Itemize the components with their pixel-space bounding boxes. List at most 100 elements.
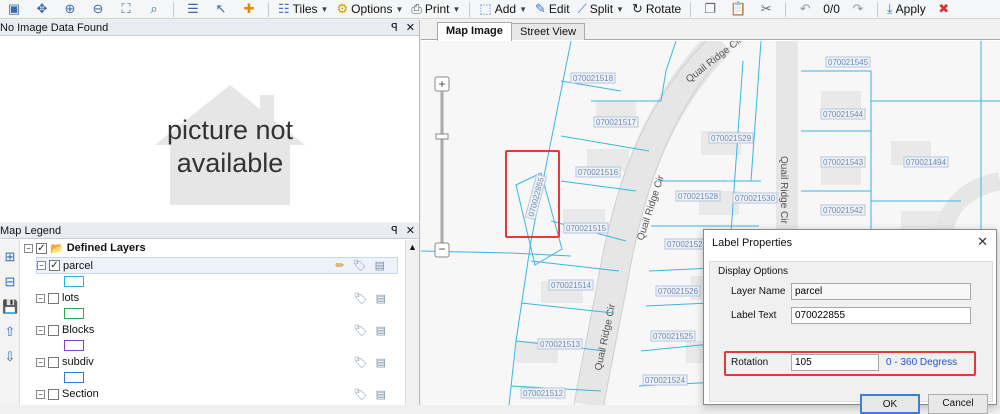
collapse-icon[interactable]: − [24, 243, 33, 253]
layer-properties-icon[interactable]: ▤ [376, 356, 386, 369]
move-down-icon[interactable]: ⇩ [2, 349, 18, 365]
select-features-icon[interactable]: ↖ [212, 1, 230, 17]
layer-checkbox[interactable] [48, 388, 59, 400]
label-icon[interactable]: 🏷 [354, 356, 368, 369]
layer-row-subdiv[interactable]: − subdiv 🏷 ▤ [36, 354, 398, 370]
parcel-label[interactable]: 070021529 [708, 132, 754, 144]
zoom-out-icon[interactable]: ⊖ [89, 1, 107, 17]
move-up-icon[interactable]: ⇧ [2, 324, 18, 340]
close-icon[interactable]: ✕ [406, 224, 415, 237]
add-group-icon[interactable]: ⊟ [2, 274, 18, 290]
rotate-button[interactable]: ↻ Rotate [632, 1, 681, 17]
label-icon[interactable]: 🏷 [354, 324, 368, 337]
layer-checkbox[interactable] [48, 356, 59, 368]
layer-properties-icon[interactable]: ▤ [375, 259, 385, 272]
parcel-label[interactable]: 070021513 [537, 338, 583, 350]
split-button[interactable]: ⟋ Split ▼ [578, 1, 624, 17]
group-checkbox[interactable]: ✓ [36, 242, 47, 254]
layer-name-field[interactable] [791, 283, 971, 300]
parcel-label[interactable]: 070021494 [903, 156, 949, 168]
parcel-label[interactable]: 070021530 [732, 192, 778, 204]
legend-toolbar: ⊞ ⊟ 💾 ⇧ ⇩ [0, 240, 20, 405]
pencil-icon[interactable]: ✏ [335, 259, 344, 272]
options-button[interactable]: ⚙ Options ▼ [336, 1, 403, 17]
close-icon[interactable]: ✕ [977, 234, 988, 250]
zoom-in-icon: + [438, 77, 445, 91]
layer-row-lots[interactable]: − lots 🏷 ▤ [36, 290, 398, 306]
parcel-label[interactable]: 070021516 [575, 166, 621, 178]
download-icon: ⤓ [886, 1, 893, 16]
parcel-label[interactable]: 070021545 [825, 56, 871, 68]
paste-icon[interactable]: 📋 [729, 1, 747, 17]
cut-icon[interactable]: ✂ [757, 1, 775, 17]
tab-street-view[interactable]: Street View [511, 23, 586, 40]
zoom-extent-icon[interactable]: ⛶ [117, 1, 135, 17]
redo-icon[interactable]: ↷ [849, 1, 867, 17]
print-button[interactable]: ⎙ Print ▼ [411, 1, 460, 17]
parcel-label[interactable]: 070021526 [655, 285, 701, 297]
legend-scrollbar[interactable]: ▲ [405, 240, 419, 405]
close-icon[interactable]: ✕ [406, 21, 415, 34]
cancel-edits-icon[interactable]: ✖ [935, 1, 953, 17]
parcel-label[interactable]: 070021528 [675, 190, 721, 202]
tree-group-defined-layers[interactable]: − ✓ 📂 Defined Layers [24, 240, 146, 256]
parcel-label[interactable]: 070021524 [642, 374, 688, 386]
svg-text:070021518: 070021518 [573, 74, 614, 83]
toolbar-divider [268, 1, 269, 17]
save-icon[interactable]: 💾 [2, 299, 18, 315]
undo-icon[interactable]: ↶ [796, 1, 814, 17]
layer-row-blocks[interactable]: − Blocks 🏷 ▤ [36, 322, 398, 338]
edit-counter: 0/0 [823, 2, 840, 16]
label-icon[interactable]: 🏷 [354, 292, 368, 305]
layer-row-section[interactable]: − Section 🏷 ▤ [36, 386, 398, 402]
label-icon[interactable]: 🏷 [353, 259, 367, 272]
street-label: Quail Ridge Cir [778, 156, 789, 224]
collapse-icon[interactable]: − [37, 261, 46, 270]
chevron-up-icon[interactable]: ▲ [406, 242, 419, 252]
collapse-icon[interactable]: − [36, 325, 45, 335]
add-feature-icon[interactable]: ✚ [240, 1, 258, 17]
parcel-label[interactable]: 070021515 [563, 222, 609, 234]
ok-button[interactable]: OK [860, 394, 920, 414]
parcel-label[interactable]: 070021512 [520, 387, 566, 399]
parcel-label[interactable]: 070021544 [820, 108, 866, 120]
pin-icon[interactable]: ꟼ [391, 224, 398, 237]
add-layer-icon[interactable]: ⊞ [2, 249, 18, 265]
apply-button[interactable]: ⤓ Apply [887, 1, 926, 17]
label-text-field[interactable] [791, 307, 971, 324]
edit-button[interactable]: ✎ Edit [535, 1, 570, 17]
svg-text:070021516: 070021516 [578, 168, 619, 177]
pin-icon[interactable]: ꟼ [391, 21, 398, 34]
zoom-in-icon[interactable]: ⊕ [61, 1, 79, 17]
rotation-field[interactable] [791, 354, 879, 371]
collapse-icon[interactable]: − [36, 389, 45, 399]
layer-checkbox[interactable]: ✓ [49, 260, 60, 271]
select-icon[interactable]: ▣ [5, 1, 23, 17]
parcel-label[interactable]: 070021543 [820, 156, 866, 168]
layer-properties-icon[interactable]: ▤ [376, 292, 386, 305]
collapse-icon[interactable]: − [36, 357, 45, 367]
parcel-label[interactable]: 070021542 [820, 204, 866, 216]
label-icon[interactable]: 🏷 [354, 388, 368, 401]
layer-checkbox[interactable] [48, 292, 59, 304]
cancel-button[interactable]: Cancel [928, 394, 988, 414]
layer-properties-icon[interactable]: ▤ [376, 324, 386, 337]
svg-text:070021513: 070021513 [540, 340, 581, 349]
rotation-label: Rotation [731, 357, 769, 368]
parcel-label[interactable]: 070021514 [548, 279, 594, 291]
tiles-button[interactable]: ☷ Tiles ▼ [278, 1, 328, 17]
tab-map-image[interactable]: Map Image [437, 22, 512, 41]
collapse-icon[interactable]: − [36, 293, 45, 303]
layer-checkbox[interactable] [48, 324, 59, 336]
add-button[interactable]: ⬚ Add ▼ [479, 1, 527, 17]
layer-properties-icon[interactable]: ▤ [376, 388, 386, 401]
layer-row-parcel[interactable]: − ✓ parcel ✏ 🏷 ▤ [36, 257, 398, 274]
zoom-previous-icon[interactable]: ⌕ [145, 1, 163, 17]
parcel-label[interactable]: 070021517 [593, 116, 639, 128]
parcel-label[interactable]: 070021525 [650, 330, 696, 342]
parcel-label[interactable]: 070021518 [570, 72, 616, 84]
copy-icon[interactable]: ❐ [701, 1, 719, 17]
legend-panel-header: Map Legend ꟼ ✕ [0, 223, 419, 239]
pan-icon[interactable]: ✥ [33, 1, 51, 17]
identify-icon[interactable]: ☰ [184, 1, 202, 17]
